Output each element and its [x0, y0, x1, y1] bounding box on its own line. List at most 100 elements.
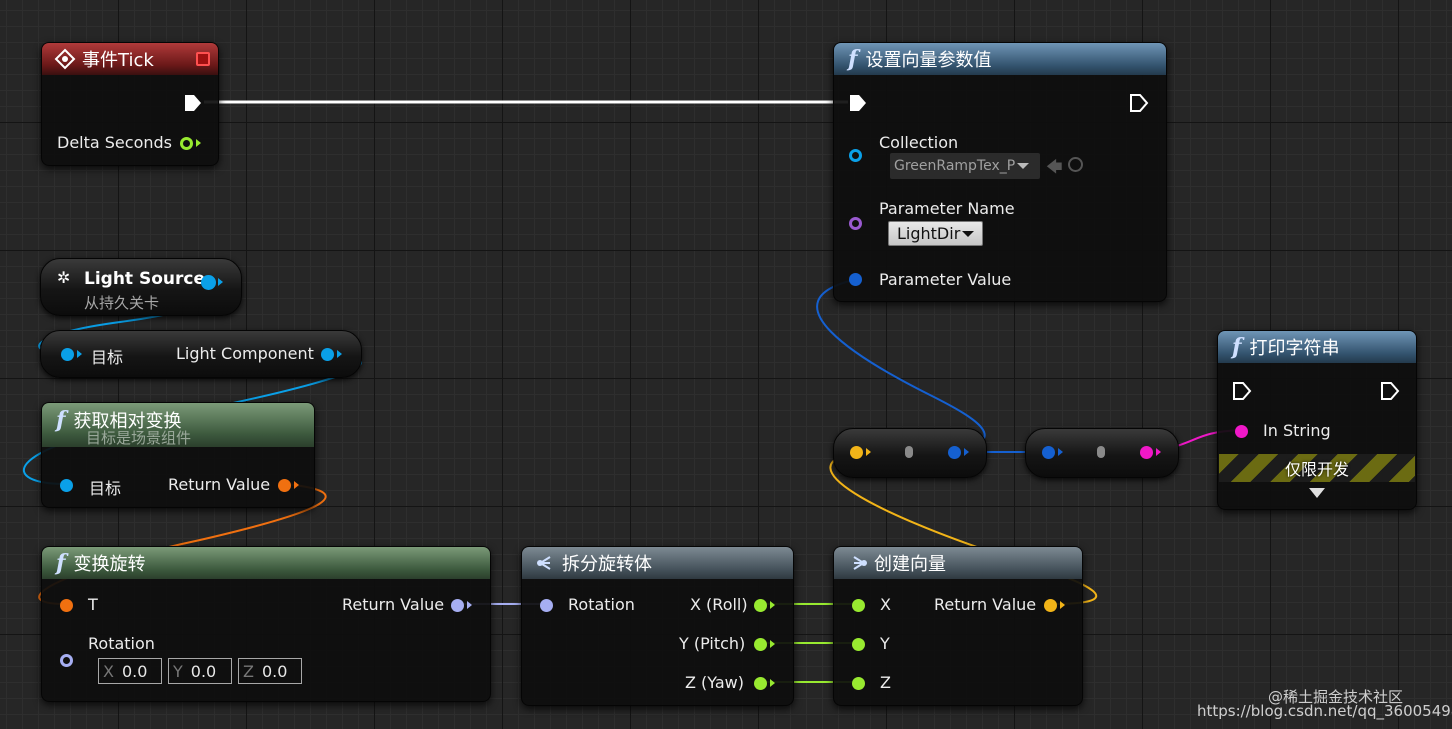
function-icon: f	[56, 407, 66, 433]
pin-arrow-icon	[1058, 448, 1063, 456]
relative-transform-return-pin[interactable]	[278, 479, 291, 492]
conversion-in-pin[interactable]	[850, 446, 863, 459]
browse-search-icon[interactable]	[1068, 157, 1083, 172]
print-string-node[interactable]: f 打印字符串 In String 仅限开发	[1217, 330, 1417, 510]
light-source-out-pin[interactable]	[201, 275, 216, 290]
print-string-header[interactable]: f 打印字符串	[1218, 331, 1416, 363]
conversion-out-pin[interactable]	[948, 446, 961, 459]
vector-y-pin[interactable]	[852, 638, 865, 651]
pin-arrow-icon	[77, 350, 82, 358]
parameter-value-label: Parameter Value	[879, 270, 1012, 289]
relative-transform-target-pin[interactable]	[60, 479, 73, 492]
z-axis-label: Z	[243, 661, 254, 681]
function-icon: f	[1232, 334, 1242, 360]
exec-in-pin[interactable]	[848, 93, 868, 113]
x-axis-label: X	[103, 661, 114, 681]
conversion-dot-icon	[1097, 446, 1105, 458]
pitch-label: Y (Pitch)	[679, 634, 746, 653]
chevron-down-icon	[962, 230, 975, 237]
vector-x-pin[interactable]	[852, 599, 865, 612]
y-axis-label: Y	[173, 661, 183, 681]
break-struct-icon	[537, 556, 551, 570]
pin-arrow-icon	[770, 679, 775, 687]
exec-then-pin[interactable]	[1129, 93, 1149, 113]
event-tick-header[interactable]: 事件Tick	[42, 43, 218, 75]
rotation-y-value: 0.0	[190, 661, 217, 681]
set-vector-param-node[interactable]: f 设置向量参数值 Collection GreenRampTex_P 🡄 Pa…	[833, 42, 1167, 302]
rotation-z-value: 0.0	[261, 661, 288, 681]
collection-asset-picker[interactable]: GreenRampTex_P	[890, 153, 1040, 179]
yaw-pin[interactable]	[754, 677, 767, 690]
light-component-out-pin[interactable]	[321, 348, 334, 361]
vector-y-label: Y	[880, 634, 890, 653]
transform-return-pin[interactable]	[451, 599, 464, 612]
conversion-out-pin[interactable]	[1140, 446, 1153, 459]
rotation-input-pin[interactable]	[60, 654, 73, 667]
exec-in-pin[interactable]	[1232, 381, 1252, 401]
roll-pin[interactable]	[754, 599, 767, 612]
light-component-target-label: 目标	[91, 348, 124, 367]
relative-transform-target-label: 目标	[89, 479, 122, 498]
rotation-label: Rotation	[88, 634, 155, 653]
vector-z-label: Z	[880, 673, 891, 692]
transform-t-pin[interactable]	[60, 599, 73, 612]
pin-arrow-icon	[770, 601, 775, 609]
rotation-z-field[interactable]: Z 0.0	[238, 658, 302, 684]
set-vector-param-header[interactable]: f 设置向量参数值	[834, 43, 1166, 75]
light-component-target-pin[interactable]	[61, 348, 74, 361]
pin-arrow-icon	[294, 481, 299, 489]
rotation-x-value: 0.0	[121, 661, 148, 681]
breakpoint-icon[interactable]	[196, 52, 210, 66]
in-string-pin[interactable]	[1235, 425, 1248, 438]
expand-arrow-icon[interactable]	[1309, 488, 1325, 498]
conversion-in-pin[interactable]	[1042, 446, 1055, 459]
vector-z-pin[interactable]	[852, 677, 865, 690]
event-tick-node[interactable]: 事件Tick Delta Seconds	[41, 42, 219, 166]
vector-return-pin[interactable]	[1044, 599, 1057, 612]
rotation-x-field[interactable]: X 0.0	[98, 658, 162, 684]
delta-seconds-arrow-icon	[196, 139, 201, 147]
break-rotator-node[interactable]: 拆分旋转体 Rotation X (Roll) Y (Pitch) Z (Yaw…	[521, 546, 794, 706]
conversion-dot-icon	[905, 446, 913, 458]
conversion-node-vector-to-color[interactable]	[833, 428, 987, 478]
get-relative-transform-node[interactable]: f 获取相对变换 目标是场景组件 目标 Return Value	[41, 402, 315, 508]
light-component-node[interactable]: 目标 Light Component	[40, 330, 362, 378]
light-bulb-icon: ✲	[57, 268, 71, 287]
print-string-title: 打印字符串	[1249, 338, 1340, 359]
transform-rotation-header[interactable]: f 变换旋转	[42, 547, 490, 579]
pitch-pin[interactable]	[754, 638, 767, 651]
break-rotation-pin[interactable]	[540, 599, 553, 612]
parameter-name-label: Parameter Name	[879, 199, 1015, 218]
rotation-y-field[interactable]: Y 0.0	[168, 658, 232, 684]
relative-transform-return-label: Return Value	[168, 475, 271, 494]
get-relative-transform-subtitle: 目标是场景组件	[86, 429, 192, 447]
make-vector-node[interactable]: 创建向量 X Return Value Y Z	[833, 546, 1083, 706]
exec-out-pin[interactable]	[183, 93, 203, 113]
event-diamond-icon	[54, 48, 76, 70]
delta-seconds-pin[interactable]	[180, 137, 193, 150]
break-rotator-header[interactable]: 拆分旋转体	[522, 547, 793, 579]
conversion-node-color-to-string[interactable]	[1025, 428, 1179, 478]
in-string-label: In String	[1263, 421, 1331, 440]
function-icon: f	[848, 46, 858, 72]
parameter-value-pin[interactable]	[849, 273, 862, 286]
exec-then-pin[interactable]	[1380, 381, 1400, 401]
get-relative-transform-header[interactable]: f 获取相对变换 目标是场景组件	[42, 403, 314, 447]
use-selected-arrow-icon[interactable]: 🡄	[1046, 156, 1063, 183]
function-icon: f	[56, 550, 66, 576]
pin-arrow-icon	[964, 448, 969, 456]
collection-pin[interactable]	[849, 149, 862, 162]
make-vector-header[interactable]: 创建向量	[834, 547, 1082, 579]
make-struct-icon	[853, 556, 867, 570]
parameter-name-dropdown[interactable]: LightDir	[888, 221, 984, 246]
parameter-name-pin[interactable]	[849, 217, 862, 230]
break-rotator-title: 拆分旋转体	[562, 554, 652, 575]
parameter-name-value: LightDir	[897, 224, 961, 243]
transform-rotation-node[interactable]: f 变换旋转 T Return Value Rotation X 0.0 Y 0…	[41, 546, 491, 702]
vector-x-label: X	[880, 595, 891, 614]
light-source-node[interactable]: ✲ Light Source 从持久关卡	[40, 258, 242, 316]
transform-rotation-title: 变换旋转	[73, 554, 146, 575]
dev-only-label: 仅限开发	[1284, 460, 1349, 479]
pin-arrow-icon	[218, 278, 223, 286]
vector-return-label: Return Value	[934, 595, 1037, 614]
